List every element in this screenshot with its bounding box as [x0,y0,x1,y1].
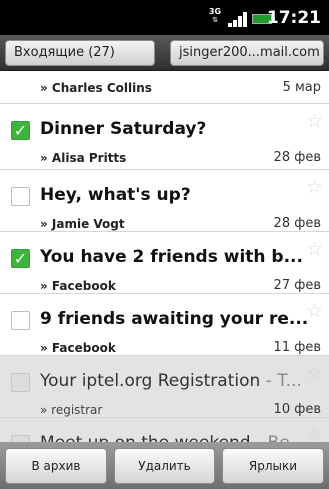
message-checkbox[interactable] [11,187,30,206]
message-row[interactable]: Meet up on the weekend - Be... ☆ [0,418,329,442]
message-date: 28 фев [273,216,321,231]
star-icon[interactable]: ☆ [306,426,323,443]
inbox-folder-button[interactable]: Входящие (27) [5,40,155,66]
message-date: 11 фев [273,340,321,355]
signal-icon [228,11,248,27]
message-date: 10 фев [273,402,321,417]
data-arrows-icon: ⇅ [212,16,218,24]
checkmark-icon: ✓ [13,121,28,140]
message-checkbox[interactable] [11,435,30,442]
message-row[interactable]: Your iptel.org Registration - T... » reg… [0,356,329,418]
message-row[interactable]: ✓ Dinner Saturday? » Alisa Pritts 28 фев… [0,104,329,170]
message-checkbox[interactable] [11,311,30,330]
network-indicator: 3G ⇅ [208,7,222,25]
star-icon[interactable]: ☆ [306,240,323,259]
message-subject: Meet up on the weekend - Be... [40,432,306,442]
message-sender: » Jamie Vogt [40,217,125,231]
message-snippet: - T... [260,371,302,391]
message-date: 5 мар [282,80,321,95]
message-subject: Dinner Saturday? [40,119,207,139]
clock: 17:21 [266,8,321,28]
message-sender: » registrar [40,403,103,417]
mail-header: Входящие (27) jsinger200...mail.com [0,35,329,71]
message-subject: 9 friends awaiting your re... [40,309,309,329]
message-list[interactable]: » Charles Collins 5 мар ✓ Dinner Saturda… [0,72,329,442]
star-icon[interactable]: ☆ [306,178,323,197]
account-button[interactable]: jsinger200...mail.com [170,40,324,66]
message-sender: » Alisa Pritts [40,151,127,165]
message-row[interactable]: ✓ You have 2 friends with b... » Faceboo… [0,232,329,294]
status-bar: 3G ⇅ 17:21 [0,0,329,35]
message-checkbox[interactable]: ✓ [11,121,30,140]
delete-button[interactable]: Удалить [114,448,215,484]
message-date: 27 фев [273,278,321,293]
labels-button[interactable]: Ярлыки [222,448,324,484]
message-sender: » Charles Collins [40,81,152,95]
message-subject: Hey, what's up? [40,185,191,205]
star-icon[interactable]: ☆ [306,112,323,131]
message-subject-text: Meet up on the weekend [40,433,251,442]
message-checkbox[interactable] [11,373,30,392]
message-checkbox[interactable]: ✓ [11,249,30,268]
checkmark-icon: ✓ [13,249,28,268]
star-icon[interactable]: ☆ [306,302,323,321]
message-sender: » Facebook [40,279,116,293]
message-row[interactable]: 9 friends awaiting your re... » Facebook… [0,294,329,356]
message-sender: » Facebook [40,341,116,355]
network-type-label: 3G [208,7,222,16]
archive-button[interactable]: В архив [5,448,107,484]
message-row[interactable]: Hey, what's up? » Jamie Vogt 28 фев ☆ [0,170,329,232]
message-date: 28 фев [273,150,321,165]
message-snippet: - Be... [251,433,306,442]
message-subject: You have 2 friends with b... [40,247,303,267]
message-subject: Your iptel.org Registration - T... [40,370,302,392]
message-row[interactable]: » Charles Collins 5 мар [0,72,329,104]
message-subject-text: Your iptel.org Registration [40,371,261,391]
bulk-action-bar: В архив Удалить Ярлыки [0,442,329,489]
star-icon[interactable]: ☆ [306,364,323,383]
